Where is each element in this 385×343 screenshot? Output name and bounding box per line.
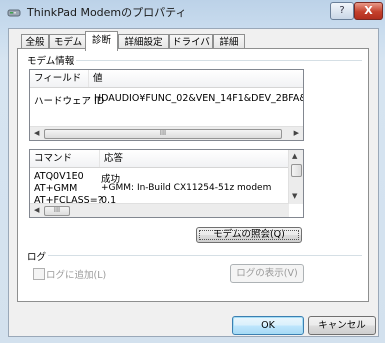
view-log-button[interactable]: ログの表示(V) [230,264,304,283]
cell-command: AT+GMM [34,183,78,194]
append-log-checkbox[interactable] [33,268,45,280]
group-line-log [45,255,362,256]
scroll-left-icon[interactable]: ◀ [34,206,39,214]
column-header-response[interactable]: 応答 [100,150,290,167]
scroll-down-icon[interactable]: ▼ [292,192,297,200]
close-button[interactable]: X [354,2,383,20]
group-label-modem-info: モデム情報 [25,53,77,67]
cell-value: HDAUDIO¥FUNC_02&VEN_14F1&DEV_2BFA&SUBS [94,93,303,104]
responses-hscrollbar[interactable]: ◀ III [30,203,289,217]
modem-info-header: フィールド 値 [30,70,303,88]
cell-response: +GMM: In-Build CX11254-51z modem [101,183,272,193]
column-header-field[interactable]: フィールド [30,70,89,87]
cancel-button[interactable]: キャンセル [308,316,376,335]
responses-header: コマンド 応答 [30,150,303,168]
tab-diagnostics[interactable]: 診断 [85,31,118,51]
scroll-right-icon[interactable]: ▶ [294,129,299,137]
group-label-log: ログ [25,249,49,263]
ok-button[interactable]: OK [232,316,304,335]
scroll-thumb[interactable]: III [44,206,70,216]
scroll-up-icon[interactable]: ▲ [292,152,297,160]
window-title: ThinkPad Modemのプロパティ [27,6,187,19]
append-log-label[interactable]: ログに追加(L) [46,267,106,281]
modem-info-hscrollbar[interactable]: ◀ III ▶ [30,126,303,140]
title-bar: ThinkPad Modemのプロパティ ? X [0,0,385,24]
scroll-thumb[interactable]: III [44,129,282,139]
cell-command: ATQ0V1E0 [34,171,84,182]
group-line-modem-info [74,60,362,61]
modem-icon [7,9,21,17]
query-modem-button[interactable]: モデムの照会(Q) [196,227,302,243]
modem-info-listview[interactable]: フィールド 値 ハードウェア ID HDAUDIO¥FUNC_02&VEN_14… [29,69,304,141]
dialog-window: ThinkPad Modemのプロパティ ? X 全般 モデム 診断 詳細設定 … [0,0,385,343]
scroll-left-icon[interactable]: ◀ [34,129,39,137]
help-button[interactable]: ? [330,2,354,20]
responses-listview[interactable]: コマンド 応答 ATQ0V1E0 成功 AT+GMM +GMM: In-Buil… [29,149,304,218]
column-header-value[interactable]: 値 [89,70,303,87]
responses-vscrollbar[interactable]: ▲ ▼ [288,150,303,204]
scroll-thumb-vertical[interactable] [291,164,302,177]
column-header-command[interactable]: コマンド [30,150,100,167]
focus-indicator [199,230,299,240]
